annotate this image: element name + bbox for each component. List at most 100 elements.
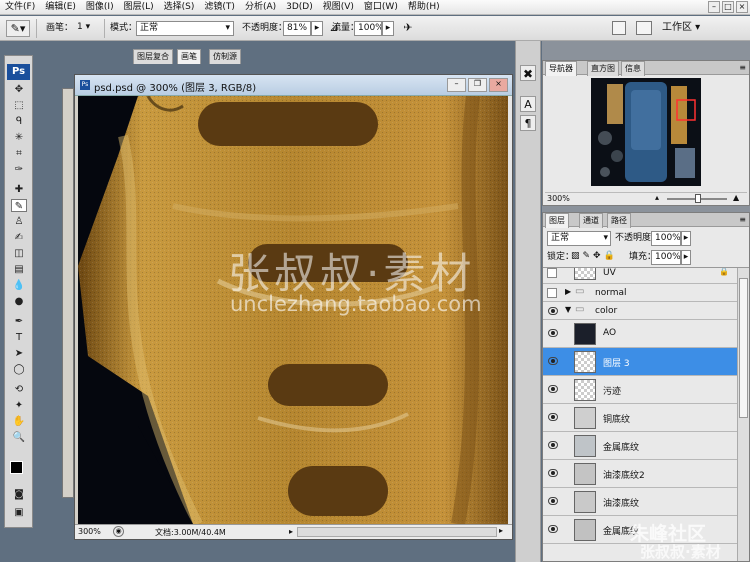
- crop-tool-icon[interactable]: ⌗: [11, 147, 27, 160]
- eye-icon[interactable]: [548, 329, 558, 337]
- menu-layer[interactable]: 图层(L): [119, 0, 159, 15]
- opacity-slider-toggle[interactable]: ▸: [311, 21, 323, 36]
- blend-mode-select[interactable]: 正常 ▾: [547, 231, 611, 246]
- menu-filter[interactable]: 滤镜(T): [199, 0, 240, 15]
- layer-row[interactable]: 污迹: [543, 376, 737, 404]
- history-brush-icon[interactable]: ✍: [11, 231, 27, 244]
- lasso-tool-icon[interactable]: ᑫ: [11, 115, 27, 128]
- layer-row-selected[interactable]: 图层 3: [543, 348, 737, 376]
- eye-icon[interactable]: [548, 385, 558, 393]
- layer-fill-slider[interactable]: ▸: [681, 250, 691, 265]
- layer-row[interactable]: UV 🔒: [543, 268, 737, 284]
- hand-tool-icon[interactable]: ✋: [11, 415, 27, 428]
- eye-icon[interactable]: [548, 441, 558, 449]
- tab-navigator[interactable]: 导航器: [545, 61, 577, 76]
- zoom-level[interactable]: 300%: [78, 527, 101, 536]
- clone-stamp-icon[interactable]: ♙: [11, 215, 27, 228]
- tab-info[interactable]: 信息: [621, 61, 645, 76]
- tab-channels[interactable]: 通道: [579, 213, 603, 228]
- tool-presets-icon[interactable]: ✖: [520, 65, 536, 81]
- menu-3d[interactable]: 3D(D): [281, 0, 318, 15]
- mode-select[interactable]: 正常 ▾: [136, 21, 234, 36]
- zoom-out-icon[interactable]: ▴: [655, 193, 659, 202]
- collapse-arrow-icon[interactable]: ▼: [565, 305, 571, 314]
- status-menu-icon[interactable]: ▸: [289, 527, 293, 536]
- zoom-in-icon[interactable]: ▲: [733, 193, 739, 202]
- tab-clone-source[interactable]: 仿制源: [209, 49, 241, 64]
- quick-mask-icon[interactable]: ◙: [11, 488, 27, 501]
- minimize-icon[interactable]: –: [708, 1, 720, 13]
- marquee-tool-icon[interactable]: ⬚: [11, 99, 27, 112]
- visibility-off-box[interactable]: [547, 268, 557, 278]
- eye-icon[interactable]: [548, 413, 558, 421]
- doc-restore-icon[interactable]: ❐: [468, 78, 487, 92]
- layer-row[interactable]: AO: [543, 320, 737, 348]
- character-panel-icon[interactable]: A: [520, 96, 536, 112]
- layer-group-row[interactable]: ▶ ▭ normal: [543, 284, 737, 302]
- layer-fill-input[interactable]: 100%: [651, 250, 681, 265]
- doc-close-icon[interactable]: ×: [489, 78, 508, 92]
- eye-icon[interactable]: [548, 525, 558, 533]
- eyedropper-icon[interactable]: ✑: [11, 163, 27, 176]
- flow-input[interactable]: 100%: [354, 21, 382, 36]
- foreground-color-swatch[interactable]: [10, 461, 23, 474]
- shape-tool-icon[interactable]: ◯: [11, 363, 27, 376]
- tab-layers[interactable]: 图层: [545, 213, 569, 228]
- tab-histogram[interactable]: 直方图: [587, 61, 619, 76]
- layer-row[interactable]: 金属底纹: [543, 432, 737, 460]
- menu-window[interactable]: 窗口(W): [359, 0, 403, 15]
- dodge-tool-icon[interactable]: ●: [11, 295, 27, 308]
- scrollbar-thumb[interactable]: [739, 278, 748, 418]
- menu-analysis[interactable]: 分析(A): [240, 0, 281, 15]
- airbrush-icon[interactable]: ✈: [400, 21, 416, 36]
- layers-scrollbar[interactable]: [737, 268, 749, 561]
- eye-icon[interactable]: [548, 469, 558, 477]
- gradient-tool-icon[interactable]: ▤: [11, 263, 27, 276]
- navigator-thumbnail[interactable]: [591, 78, 701, 186]
- eraser-icon[interactable]: ◫: [11, 247, 27, 260]
- pen-tool-icon[interactable]: ✒: [11, 315, 27, 328]
- layer-opacity-slider[interactable]: ▸: [681, 231, 691, 246]
- vertical-scrollbar[interactable]: [508, 96, 512, 524]
- lock-icons[interactable]: ▨✎✥🔒: [571, 251, 618, 261]
- menu-edit[interactable]: 编辑(E): [40, 0, 81, 15]
- panel-menu-icon[interactable]: ≡: [739, 215, 746, 224]
- doc-minimize-icon[interactable]: –: [447, 78, 466, 92]
- document-title-bar[interactable]: Ps psd.psd @ 300% (图层 3, RGB/8) – ❐ ×: [75, 75, 512, 96]
- status-info-icon[interactable]: ◉: [113, 526, 124, 537]
- menu-view[interactable]: 视图(V): [318, 0, 359, 15]
- screen-mode-toggle-icon[interactable]: ▣: [11, 506, 27, 519]
- layer-group-row[interactable]: ▼ ▭ color: [543, 302, 737, 320]
- panel-toggle-icon[interactable]: [612, 21, 626, 35]
- expand-arrow-icon[interactable]: ▶: [565, 287, 571, 296]
- type-tool-icon[interactable]: T: [11, 331, 27, 344]
- path-selection-icon[interactable]: ➤: [11, 347, 27, 360]
- menu-file[interactable]: 文件(F): [0, 0, 40, 15]
- eye-icon[interactable]: [548, 497, 558, 505]
- brush-tool-preset-icon[interactable]: ✎▾: [6, 20, 30, 37]
- blur-tool-icon[interactable]: 💧: [11, 279, 27, 292]
- healing-brush-icon[interactable]: ✚: [11, 183, 27, 196]
- opacity-input[interactable]: 81%: [283, 21, 311, 36]
- visibility-off-box[interactable]: [547, 288, 557, 298]
- panel-menu-icon[interactable]: ≡: [739, 63, 746, 72]
- magic-wand-icon[interactable]: ✳: [11, 131, 27, 144]
- eye-icon[interactable]: [548, 307, 558, 315]
- layer-row[interactable]: 油漆底纹: [543, 488, 737, 516]
- 3d-rotate-icon[interactable]: ⟲: [11, 383, 27, 396]
- menu-help[interactable]: 帮助(H): [403, 0, 445, 15]
- flow-slider-toggle[interactable]: ▸: [382, 21, 394, 36]
- layer-row[interactable]: 油漆底纹2: [543, 460, 737, 488]
- tab-layer-comps[interactable]: 图层复合: [133, 49, 173, 64]
- close-icon[interactable]: ×: [736, 1, 748, 13]
- screen-mode-icon[interactable]: [636, 21, 652, 35]
- move-tool-icon[interactable]: ✥: [11, 83, 27, 96]
- paragraph-panel-icon[interactable]: ¶: [520, 115, 536, 131]
- 3d-camera-icon[interactable]: ✦: [11, 399, 27, 412]
- workspace-menu[interactable]: 工作区 ▾: [662, 21, 700, 35]
- menu-image[interactable]: 图像(I): [81, 0, 119, 15]
- menu-select[interactable]: 选择(S): [159, 0, 200, 15]
- eye-icon[interactable]: [548, 357, 558, 365]
- tab-brushes[interactable]: 画笔: [177, 49, 201, 64]
- navigator-zoom-value[interactable]: 300%: [547, 194, 570, 203]
